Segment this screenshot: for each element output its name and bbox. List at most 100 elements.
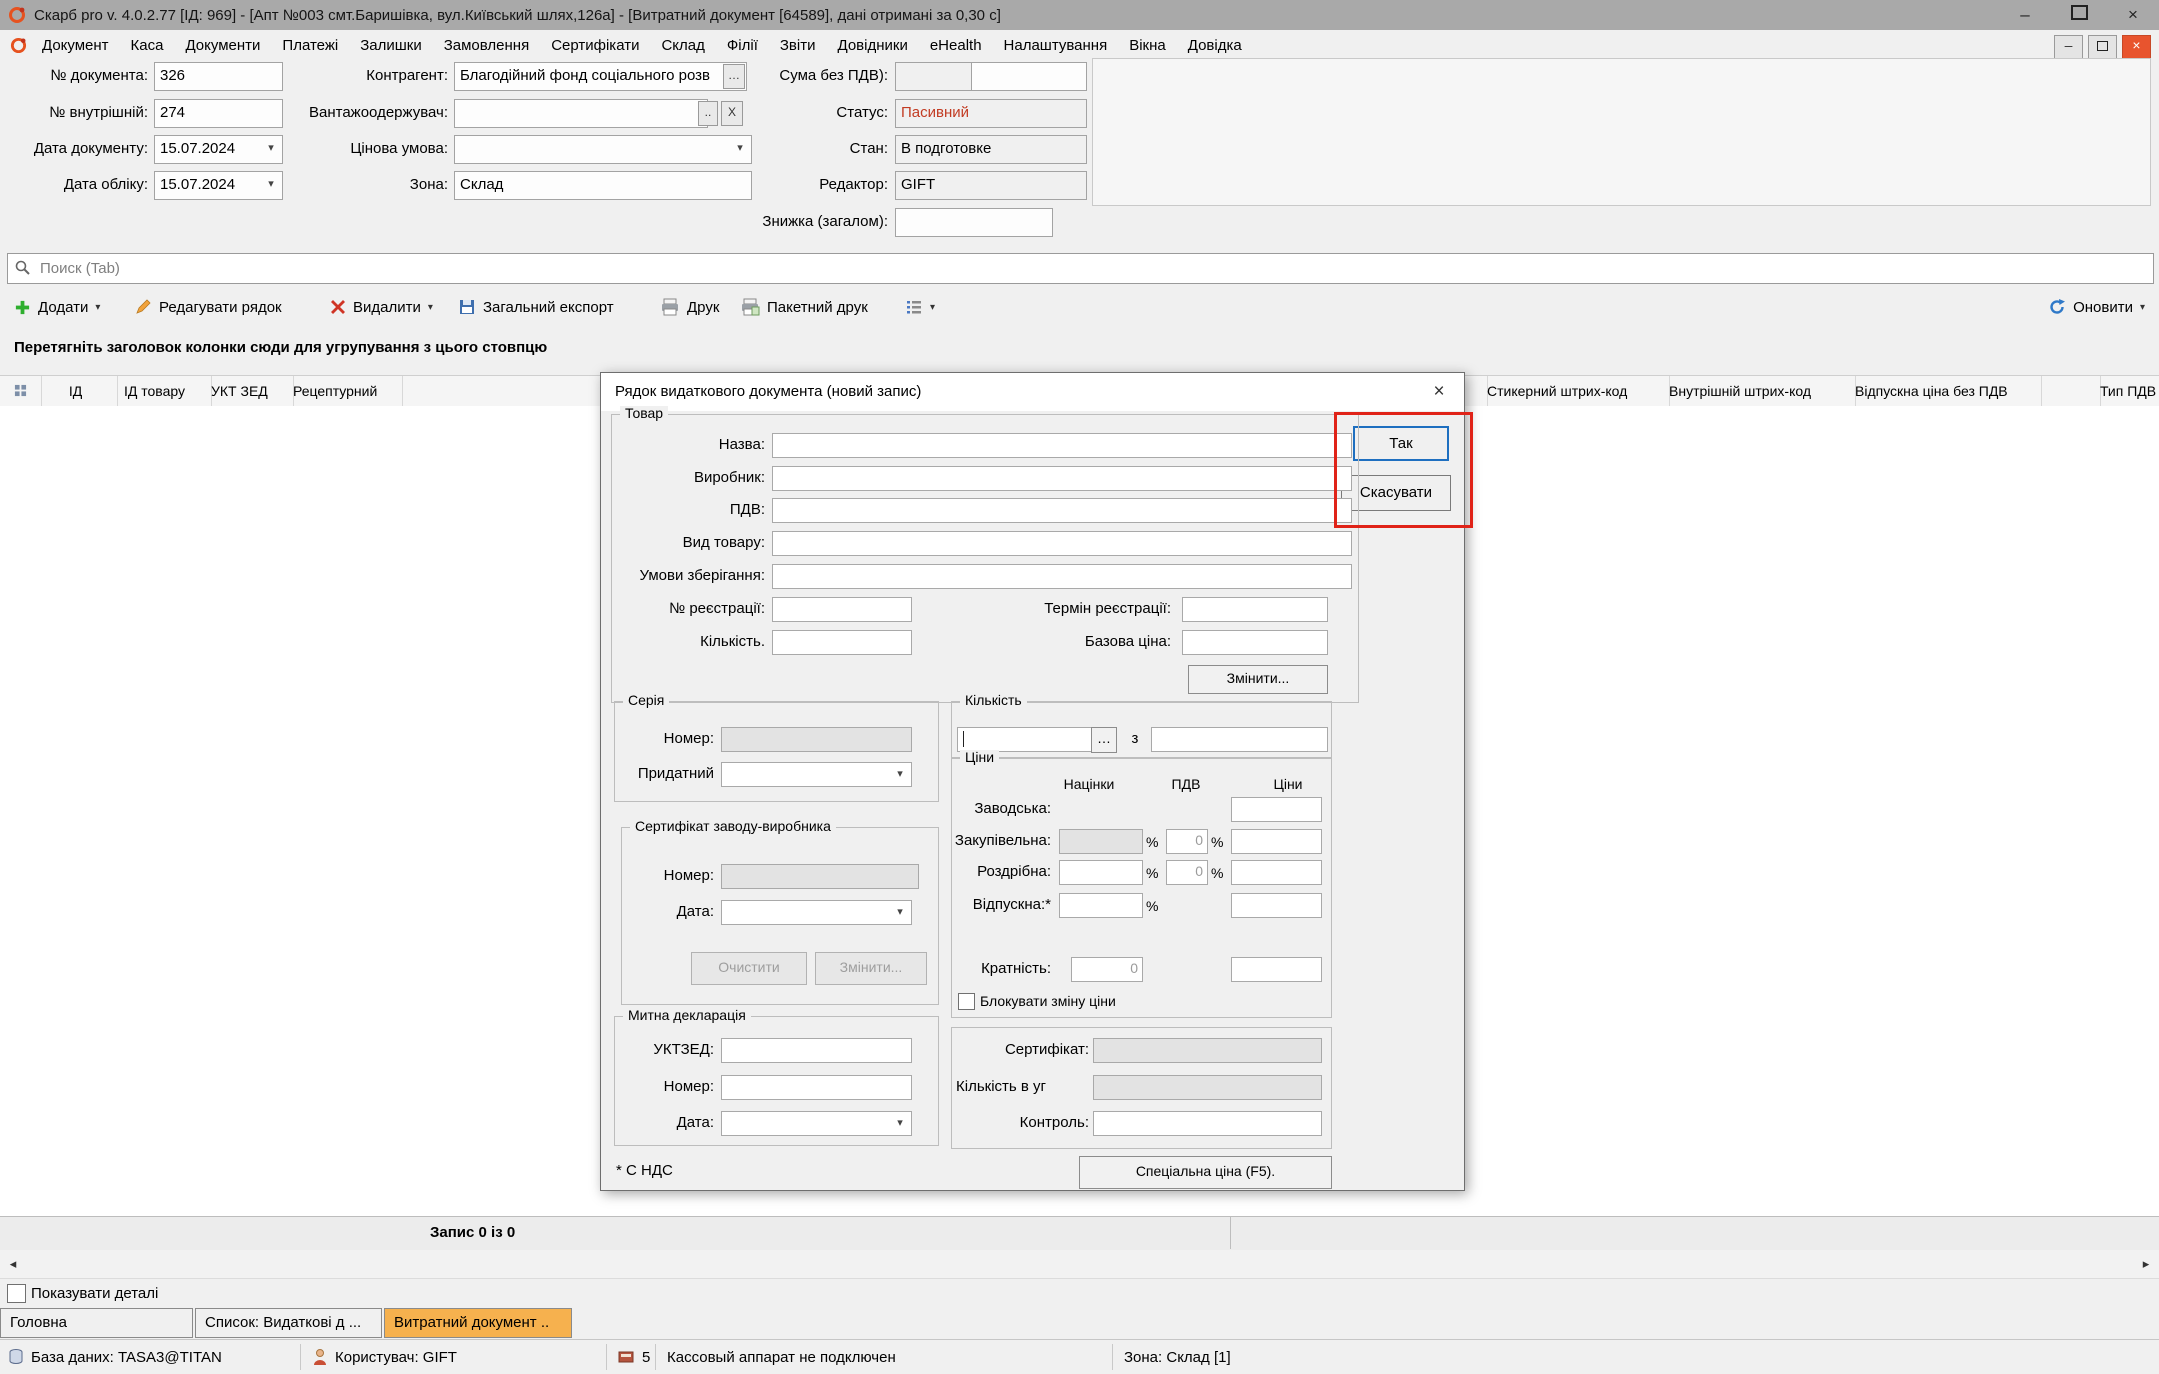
dropdown-arrow-icon[interactable]: ▾ [890,902,910,923]
window-minimize-button[interactable]: – [2013,5,2037,25]
column-header-id[interactable]: ІД [34,376,118,406]
menu-item-help[interactable]: Довідка [1177,37,1253,54]
mdi-close-button[interactable]: × [2122,35,2151,59]
selling-markup-field[interactable] [1059,893,1143,918]
menu-item-settings[interactable]: Налаштування [993,37,1119,54]
menu-item-kasa[interactable]: Каса [120,37,175,54]
column-header-vat-type[interactable]: Тип ПДВ [2093,376,2159,406]
manufacturer-label: Виробник: [621,466,765,489]
window-controls: – × [2013,0,2145,30]
reg-number-field[interactable] [772,597,912,622]
list-options-button[interactable]: ▾ [905,292,935,322]
show-details-checkbox[interactable] [7,1284,26,1303]
tab-main[interactable]: Головна [0,1308,193,1338]
pencil-icon [134,298,152,316]
vat-field[interactable] [772,498,1352,523]
storage-conditions-field[interactable] [772,564,1352,589]
menu-item-certificates[interactable]: Сертифікати [540,37,650,54]
mdi-restore-button[interactable] [2088,35,2117,59]
mdi-minimize-button[interactable]: – [2054,35,2083,59]
tab-document-list[interactable]: Список: Видаткові д ... [195,1308,382,1338]
export-icon [458,298,476,316]
consignee-field[interactable] [454,99,708,128]
product-change-button[interactable]: Змінити... [1188,665,1328,694]
add-button[interactable]: Додати ▾ [14,292,100,322]
discount-field[interactable] [895,208,1053,237]
menu-item-stocks[interactable]: Залишки [349,37,433,54]
quantity-of-label: з [1125,727,1145,750]
block-price-checkbox[interactable] [958,993,975,1010]
retail-vat-field[interactable]: 0 [1166,860,1208,885]
product-quantity-field[interactable] [772,630,912,655]
special-price-button[interactable]: Спеціальна ціна (F5). [1079,1156,1332,1189]
menu-item-directories[interactable]: Довідники [827,37,919,54]
column-header-uktzed[interactable]: УКТ ЗЕД [204,376,294,406]
scroll-left-arrow[interactable]: ◂ [0,1250,26,1277]
customs-uktzed-field[interactable] [721,1038,912,1063]
base-price-field[interactable] [1182,630,1328,655]
series-number-field[interactable] [721,727,912,752]
product-kind-label: Вид товару: [621,531,765,554]
menu-item-document[interactable]: Документ [31,37,120,54]
window-close-button[interactable]: × [2121,5,2145,25]
customs-date-combobox[interactable]: ▾ [721,1111,912,1136]
control-field[interactable] [1093,1111,1322,1136]
multiplicity-field[interactable]: 0 [1071,957,1143,982]
menu-item-branches[interactable]: Філії [716,37,769,54]
customs-number-field[interactable] [721,1075,912,1100]
dialog-close-button[interactable]: × [1426,379,1452,405]
menu-item-orders[interactable]: Замовлення [433,37,540,54]
customs-number-label: Номер: [615,1075,714,1098]
column-header-internal-barcode[interactable]: Внутрішній штрих-код [1662,376,1856,406]
purchase-price-field[interactable] [1231,829,1322,854]
toolbar: Додати ▾ Редагувати рядок Видалити ▾ Заг… [0,289,2159,325]
product-kind-field[interactable] [772,531,1352,556]
edit-row-button[interactable]: Редагувати рядок [134,292,282,322]
column-header-product-id[interactable]: ІД товару [117,376,212,406]
retail-markup-field[interactable] [1059,860,1143,885]
menu-item-windows[interactable]: Вікна [1118,37,1177,54]
status-value: Пасивний [895,99,1087,128]
delete-button[interactable]: Видалити ▾ [330,292,433,322]
scroll-right-arrow[interactable]: ▸ [2133,1250,2159,1277]
factory-cert-clear-button[interactable]: Очистити [691,952,807,985]
dropdown-arrow-icon[interactable]: ▾ [890,1113,910,1134]
series-valid-label: Придатний [615,762,714,785]
factory-cert-number-field[interactable] [721,864,919,889]
menu-item-warehouse[interactable]: Склад [650,37,715,54]
batch-print-button[interactable]: Пакетний друк [740,292,868,322]
column-header-sticker-barcode[interactable]: Стикерний штрих-код [1480,376,1670,406]
factory-price-field[interactable] [1231,797,1322,822]
menu-item-reports[interactable]: Звіти [769,37,827,54]
quantity-total-field[interactable] [1151,727,1328,752]
search-input[interactable] [38,255,2122,282]
purchase-vat-field[interactable]: 0 [1166,829,1208,854]
tab-expense-document[interactable]: Витратний документ .. [384,1308,572,1338]
selling-price-field[interactable] [1231,893,1322,918]
export-button[interactable]: Загальний експорт [458,292,614,322]
statusbar-cash-register-status: Кассовый аппарат не подключен [667,1340,896,1374]
manufacturer-field[interactable] [772,466,1352,491]
dropdown-arrow-icon[interactable]: ▾ [890,764,910,785]
quantity-browse-button[interactable]: … [1091,727,1117,753]
series-valid-combobox[interactable]: ▾ [721,762,912,787]
menu-item-documents[interactable]: Документи [174,37,271,54]
column-header-prescription[interactable]: Рецептурний [286,376,403,406]
factory-cert-change-button[interactable]: Змінити... [815,952,927,985]
sum-no-vat-field[interactable] [971,62,1087,91]
extra-price-field[interactable] [1231,957,1322,982]
certificate-field[interactable] [1093,1038,1322,1063]
pack-quantity-field[interactable] [1093,1075,1322,1100]
factory-cert-date-combobox[interactable]: ▾ [721,900,912,925]
menu-item-payments[interactable]: Платежі [271,37,349,54]
purchase-markup-field[interactable] [1059,829,1143,854]
horizontal-scrollbar[interactable]: ◂ ▸ [0,1250,2159,1279]
column-header-price-no-vat[interactable]: Відпускна ціна без ПДВ [1848,376,2042,406]
refresh-button[interactable]: Оновити ▾ [2048,292,2145,322]
print-button[interactable]: Друк [660,292,719,322]
reg-term-field[interactable] [1182,597,1328,622]
menu-item-ehealth[interactable]: eHealth [919,37,993,54]
retail-price-field[interactable] [1231,860,1322,885]
window-restore-button[interactable] [2067,5,2091,25]
product-name-field[interactable] [772,433,1352,458]
